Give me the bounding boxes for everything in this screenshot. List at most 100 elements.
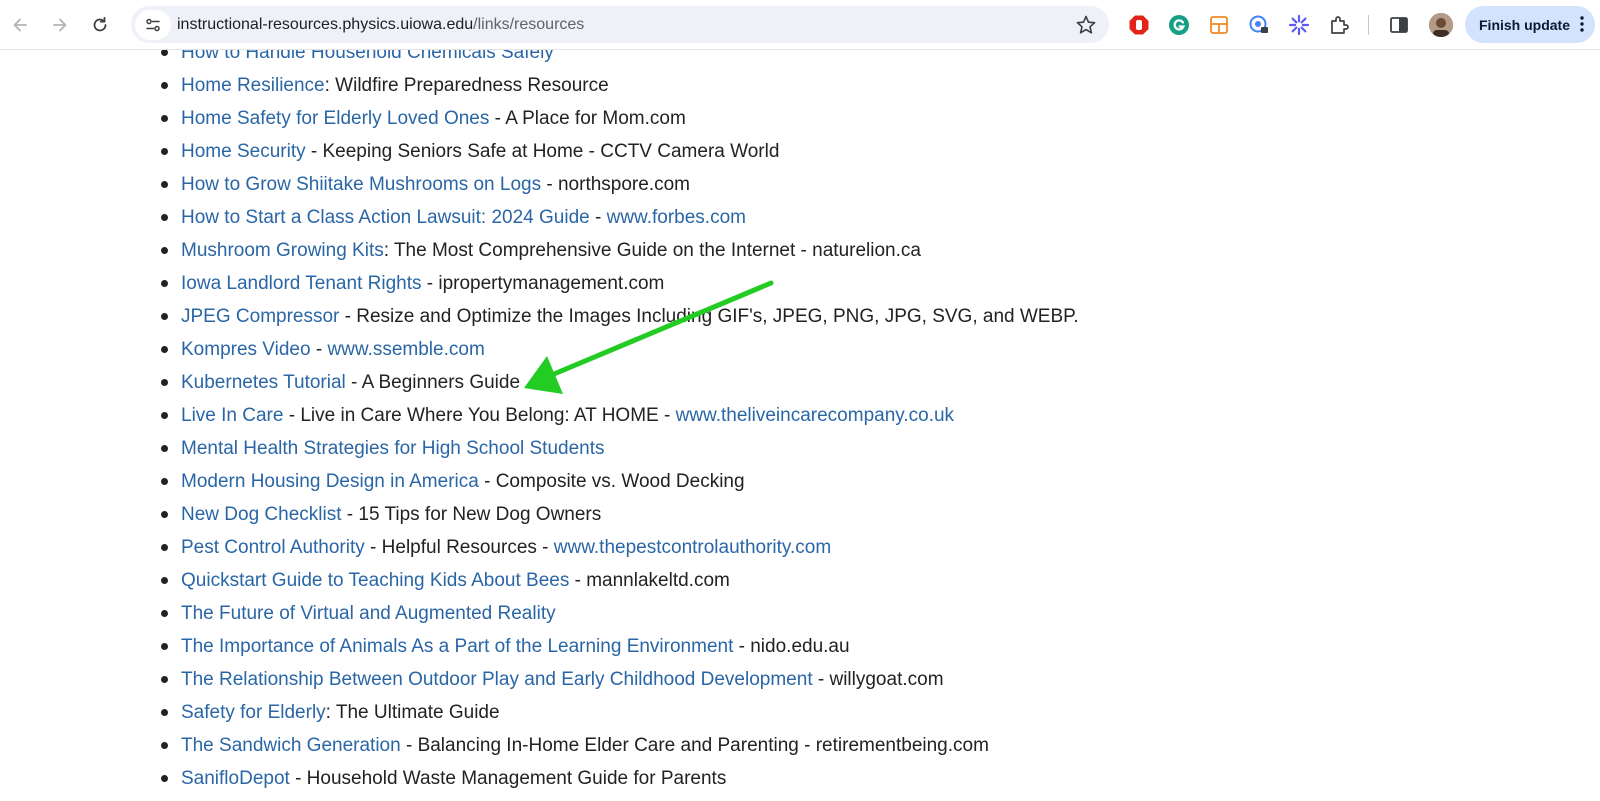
bullet-icon — [161, 49, 168, 56]
bullet-icon — [161, 148, 168, 155]
resource-description: - Helpful Resources - — [364, 537, 554, 558]
list-item: Iowa Landlord Tenant Rights - ipropertym… — [0, 267, 1600, 300]
resource-link[interactable]: Iowa Landlord Tenant Rights — [181, 273, 421, 294]
resource-link[interactable]: The Sandwich Generation — [181, 735, 401, 756]
list-item: How to Start a Class Action Lawsuit: 202… — [0, 201, 1600, 234]
resource-link[interactable]: www.theliveincarecompany.co.uk — [676, 405, 954, 426]
profile-person-icon — [1429, 13, 1453, 37]
resource-link[interactable]: Kubernetes Tutorial — [181, 372, 346, 393]
finish-update-label: Finish update — [1479, 16, 1570, 33]
resource-link[interactable]: www.forbes.com — [607, 207, 746, 228]
resource-link[interactable]: JPEG Compressor — [181, 306, 339, 327]
bullet-icon — [161, 610, 168, 617]
finish-update-button[interactable]: Finish update — [1465, 6, 1595, 43]
forward-arrow-icon — [53, 18, 67, 32]
resource-link[interactable]: www.thepestcontrolauthority.com — [554, 537, 831, 558]
list-item: SanifloDepot - Household Waste Managemen… — [0, 762, 1600, 795]
resource-description: - Balancing In-Home Elder Care and Paren… — [400, 735, 989, 756]
resource-description: - Keeping Seniors Safe at Home - CCTV Ca… — [305, 141, 780, 162]
grammarly-extension-icon[interactable] — [1166, 12, 1192, 38]
resource-description: - Household Waste Management Guide for P… — [289, 768, 727, 789]
resource-link[interactable]: Modern Housing Design in America — [181, 471, 479, 492]
bullet-icon — [161, 214, 168, 221]
list-item: The Relationship Between Outdoor Play an… — [0, 663, 1600, 696]
list-item: Modern Housing Design in America - Compo… — [0, 465, 1600, 498]
bullet-icon — [161, 412, 168, 419]
resource-link[interactable]: www.ssemble.com — [327, 339, 484, 360]
side-panel-icon[interactable] — [1386, 12, 1412, 38]
bullet-icon — [161, 577, 168, 584]
resource-link[interactable]: The Future of Virtual and Augmented Real… — [181, 603, 556, 624]
list-item: How to Grow Shiitake Mushrooms on Logs -… — [0, 168, 1600, 201]
list-item: Kubernetes Tutorial - A Beginners Guide — [0, 366, 1600, 399]
bullet-icon — [161, 478, 168, 485]
resource-link[interactable]: How to Start a Class Action Lawsuit: 202… — [181, 207, 590, 228]
url-text[interactable]: instructional-resources.physics.uiowa.ed… — [177, 16, 584, 34]
bullet-icon — [161, 643, 168, 650]
list-item: Home Security - Keeping Seniors Safe at … — [0, 135, 1600, 168]
list-item: Mushroom Growing Kits: The Most Comprehe… — [0, 234, 1600, 267]
resource-description: - Composite vs. Wood Decking — [478, 471, 745, 492]
resource-link[interactable]: Safety for Elderly — [181, 702, 326, 723]
adblock-extension-icon[interactable] — [1126, 12, 1152, 38]
profile-avatar[interactable] — [1429, 13, 1453, 37]
sparkle-extension-icon[interactable] — [1286, 12, 1312, 38]
bullet-icon — [161, 511, 168, 518]
resource-description: - 15 Tips for New Dog Owners — [341, 504, 602, 525]
address-bar[interactable]: instructional-resources.physics.uiowa.ed… — [131, 6, 1109, 43]
bullet-icon — [161, 742, 168, 749]
list-item: The Future of Virtual and Augmented Real… — [0, 597, 1600, 630]
bullet-icon — [161, 115, 168, 122]
resource-link[interactable]: Home Safety for Elderly Loved Ones — [181, 108, 489, 129]
resource-description: : The Ultimate Guide — [325, 702, 500, 723]
resource-description: : Wildfire Preparedness Resource — [324, 75, 609, 96]
resource-link[interactable]: Home Resilience — [181, 75, 325, 96]
list-item: Home Safety for Elderly Loved Ones - A P… — [0, 102, 1600, 135]
resource-description: - ipropertymanagement.com — [421, 273, 665, 294]
bookmark-star-icon[interactable] — [1075, 14, 1097, 36]
resource-link[interactable]: Mushroom Growing Kits — [181, 240, 384, 261]
bullet-icon — [161, 709, 168, 716]
resource-link[interactable]: How to Grow Shiitake Mushrooms on Logs — [181, 174, 541, 195]
reload-button[interactable] — [80, 5, 120, 45]
bullet-icon — [161, 82, 168, 89]
url-host: instructional-resources.physics.uiowa.ed… — [177, 15, 474, 33]
resource-link[interactable]: The Importance of Animals As a Part of t… — [181, 636, 733, 657]
resource-link[interactable]: Pest Control Authority — [181, 537, 365, 558]
list-item: Mental Health Strategies for High School… — [0, 432, 1600, 465]
resource-link[interactable]: Kompres Video — [181, 339, 311, 360]
resource-description: - A Place for Mom.com — [489, 108, 686, 129]
resource-link[interactable]: The Relationship Between Outdoor Play an… — [181, 669, 813, 690]
resource-link[interactable]: Mental Health Strategies for High School… — [181, 438, 605, 459]
bullet-icon — [161, 544, 168, 551]
tune-icon — [146, 18, 160, 31]
bullet-icon — [161, 676, 168, 683]
reload-icon — [93, 16, 107, 32]
resource-link[interactable]: Live In Care — [181, 405, 283, 426]
back-button[interactable] — [0, 5, 40, 45]
privacy-extension-icon[interactable] — [1246, 12, 1272, 38]
site-info-button[interactable] — [135, 9, 171, 40]
resource-description: - nido.edu.au — [733, 636, 850, 657]
bullet-icon — [161, 775, 168, 782]
resource-link[interactable]: SanifloDepot — [181, 768, 290, 789]
list-item: JPEG Compressor - Resize and Optimize th… — [0, 300, 1600, 333]
more-options-icon[interactable] — [1579, 15, 1585, 33]
resource-description: - northspore.com — [541, 174, 691, 195]
bullet-icon — [161, 280, 168, 287]
resource-link[interactable]: Home Security — [181, 141, 306, 162]
resource-description: - Live in Care Where You Belong: AT HOME… — [283, 405, 676, 426]
resource-link[interactable]: New Dog Checklist — [181, 504, 342, 525]
list-item: Safety for Elderly: The Ultimate Guide — [0, 696, 1600, 729]
forward-button[interactable] — [40, 5, 80, 45]
list-item: Quickstart Guide to Teaching Kids About … — [0, 564, 1600, 597]
extensions-puzzle-icon[interactable] — [1326, 12, 1352, 38]
bullet-icon — [161, 181, 168, 188]
resource-list: How to Handle Household Chemicals Safely… — [0, 36, 1600, 795]
list-item: The Importance of Animals As a Part of t… — [0, 630, 1600, 663]
resource-description: - willygoat.com — [812, 669, 944, 690]
list-item: Home Resilience: Wildfire Preparedness R… — [0, 69, 1600, 102]
list-item: Pest Control Authority - Helpful Resourc… — [0, 531, 1600, 564]
resource-link[interactable]: Quickstart Guide to Teaching Kids About … — [181, 570, 569, 591]
layout-extension-icon[interactable] — [1206, 12, 1232, 38]
